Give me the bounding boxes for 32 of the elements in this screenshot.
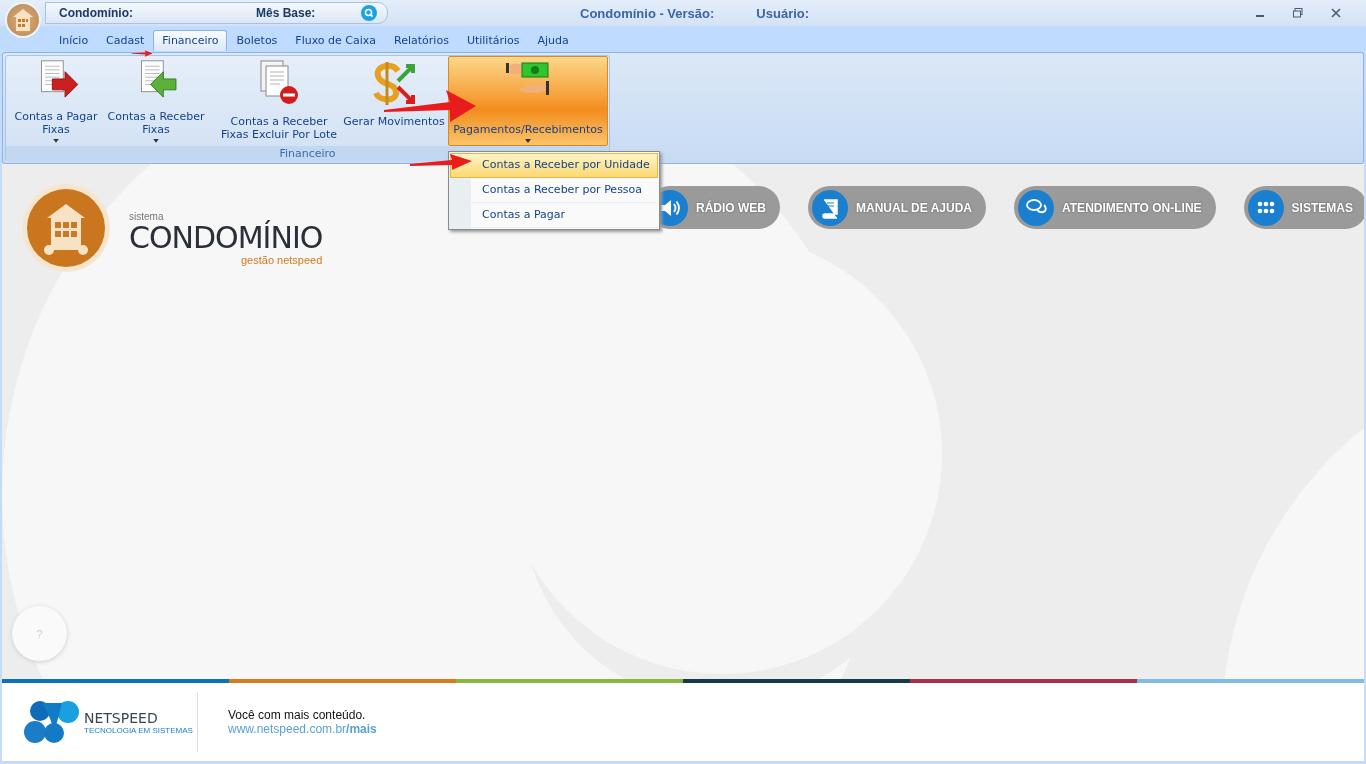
annotation-arrow bbox=[410, 153, 472, 171]
ribbon-tab[interactable]: Início bbox=[50, 30, 98, 52]
ribbon-button[interactable]: Gerar Movimentos bbox=[344, 56, 444, 146]
netspeed-logo-icon bbox=[22, 699, 80, 745]
restore-icon[interactable] bbox=[1292, 7, 1304, 19]
condominio-label: Condomínio: bbox=[59, 6, 133, 20]
ribbon-tab[interactable]: Fluxo de Caixa bbox=[286, 30, 386, 52]
ribbon-tab[interactable]: Financeiro bbox=[153, 30, 228, 51]
close-icon[interactable] bbox=[1330, 7, 1342, 19]
ribbon-tab[interactable]: Ajuda bbox=[528, 30, 578, 52]
logo-name: NETSPEED bbox=[84, 709, 159, 726]
ribbon-tab[interactable]: Boletos bbox=[227, 30, 287, 52]
ribbon-button[interactable]: Pagamentos/Recebimentos bbox=[448, 56, 608, 146]
ribbon-tab[interactable]: Cadast bbox=[97, 30, 154, 52]
ribbon-tab[interactable]: Utilitários bbox=[457, 30, 529, 52]
mes-base-label: Mês Base: bbox=[256, 6, 316, 20]
app-menu-button[interactable] bbox=[5, 2, 41, 38]
ribbon-button[interactable]: Contas a Pagar Fixas bbox=[6, 56, 106, 146]
logo-tagline: TECNOLOGIA EM SISTEMAS bbox=[84, 725, 193, 735]
user-label: Usuário: bbox=[756, 5, 810, 21]
menu-item[interactable]: Contas a Receber por Pessoa bbox=[450, 178, 658, 203]
search-icon[interactable] bbox=[361, 5, 377, 21]
brand-caption: sistema bbox=[129, 210, 164, 222]
ribbon-tab[interactable]: Relatórios bbox=[385, 30, 458, 52]
menu-item[interactable]: Contas a Pagar bbox=[450, 203, 658, 228]
footer-text: Você com mais conteúdo. bbox=[228, 708, 367, 722]
menu-item[interactable]: Contas a Receber por Unidade bbox=[450, 153, 658, 178]
ribbon-button[interactable]: Contas a Receber Fixas Excluir Por Lote bbox=[214, 56, 344, 146]
ribbon-button[interactable]: Contas a Receber Fixas bbox=[106, 56, 206, 146]
brand-name: CONDOMÍNIO bbox=[129, 221, 323, 254]
brand-tagline: gestão netspeed bbox=[241, 253, 323, 266]
window-title: Condomínio - Versão: bbox=[580, 5, 715, 21]
